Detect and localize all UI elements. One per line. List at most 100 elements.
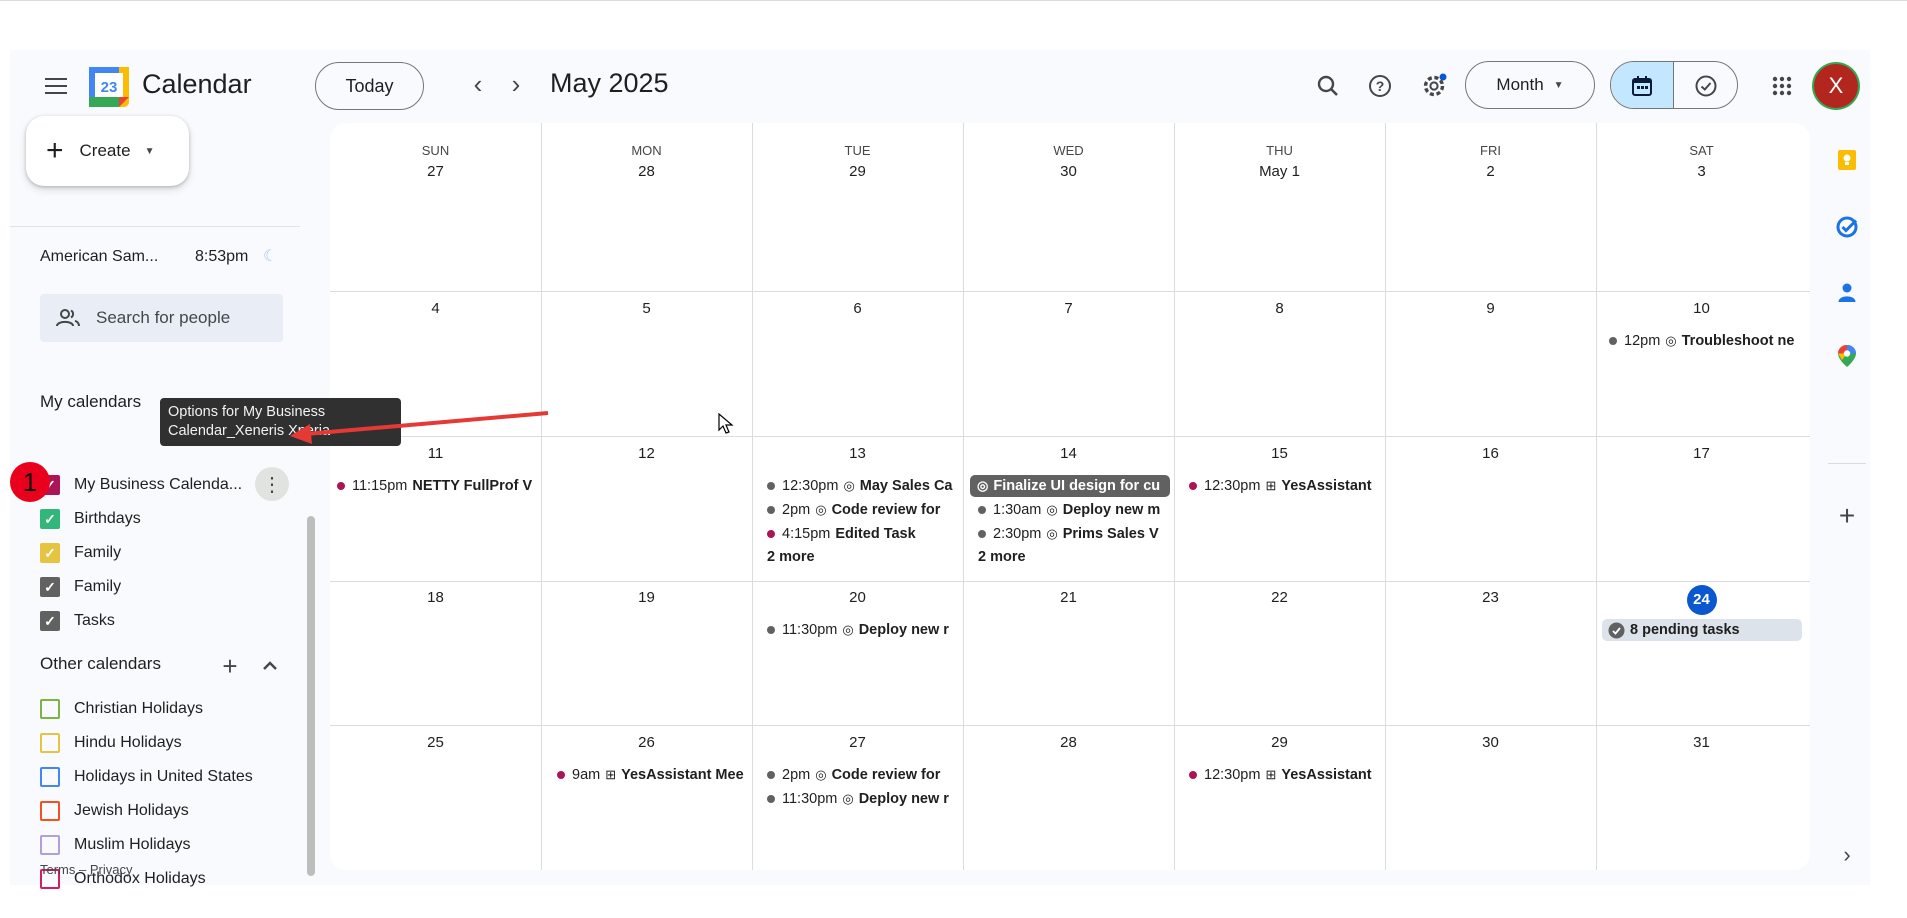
- day-number[interactable]: 14: [963, 445, 1174, 462]
- day-number[interactable]: 3: [1596, 163, 1807, 180]
- checkbox-unchecked-icon[interactable]: [40, 801, 60, 821]
- my-calendar-item[interactable]: ✓ Tasks: [40, 607, 300, 635]
- calendar-view-toggle[interactable]: [1611, 62, 1675, 108]
- event-chip[interactable]: 2pm ◎ Code review for: [767, 764, 959, 786]
- task-check-icon: ◎: [842, 622, 854, 637]
- tasks-app-icon[interactable]: [1835, 215, 1859, 239]
- event-chip[interactable]: 2:30pm ◎ Prims Sales V: [978, 523, 1170, 545]
- event-chip[interactable]: 12:30pm ◎ May Sales Ca: [767, 475, 959, 497]
- day-number[interactable]: 30: [963, 163, 1174, 180]
- day-number[interactable]: 28: [963, 734, 1174, 751]
- day-number[interactable]: 17: [1596, 445, 1807, 462]
- event-chip[interactable]: 12:30pm ⊞ YesAssistant: [1189, 475, 1381, 497]
- my-calendar-item[interactable]: ✓ Family: [40, 539, 300, 567]
- day-number[interactable]: 27: [752, 734, 963, 751]
- day-number[interactable]: 23: [1385, 589, 1596, 606]
- get-addons-plus-icon[interactable]: +: [1835, 500, 1859, 531]
- day-number[interactable]: 19: [541, 589, 752, 606]
- view-switcher-dropdown[interactable]: Month ▼: [1465, 61, 1595, 109]
- other-calendar-item[interactable]: Christian Holidays: [40, 695, 300, 723]
- other-calendar-item[interactable]: Holidays in United States: [40, 763, 300, 791]
- day-number[interactable]: 4: [330, 300, 541, 317]
- day-number[interactable]: 8: [1174, 300, 1385, 317]
- day-number[interactable]: 10: [1596, 300, 1807, 317]
- contacts-icon[interactable]: [1835, 280, 1859, 304]
- day-number[interactable]: May 1: [1174, 163, 1385, 180]
- search-icon[interactable]: [1306, 64, 1350, 108]
- more-events-link[interactable]: 2 more: [978, 549, 1026, 565]
- day-number[interactable]: 12: [541, 445, 752, 462]
- today-day-number[interactable]: 24: [1596, 585, 1807, 615]
- next-month-icon[interactable]: ›: [496, 64, 536, 104]
- maps-pin-icon[interactable]: [1835, 344, 1859, 368]
- other-calendar-item[interactable]: Hindu Holidays: [40, 729, 300, 757]
- apps-grid-icon[interactable]: [1760, 64, 1804, 108]
- checkbox-checked-icon[interactable]: ✓: [40, 611, 60, 631]
- day-number[interactable]: 20: [752, 589, 963, 606]
- event-chip-solid[interactable]: ◎ Finalize UI design for cu: [970, 475, 1170, 497]
- checkbox-unchecked-icon[interactable]: [40, 767, 60, 787]
- day-number[interactable]: 11: [330, 445, 541, 462]
- event-chip[interactable]: 12pm ◎ Troubleshoot ne: [1609, 330, 1795, 352]
- day-number[interactable]: 28: [541, 163, 752, 180]
- day-number[interactable]: 16: [1385, 445, 1596, 462]
- collapse-chevron-up-icon[interactable]: [254, 650, 286, 682]
- day-number[interactable]: 18: [330, 589, 541, 606]
- other-calendar-item[interactable]: Jewish Holidays: [40, 797, 300, 825]
- tasks-view-toggle[interactable]: [1674, 62, 1737, 108]
- other-calendar-item[interactable]: Muslim Holidays: [40, 831, 300, 859]
- today-button[interactable]: Today: [315, 62, 424, 110]
- day-number[interactable]: 5: [541, 300, 752, 317]
- my-calendar-item[interactable]: ✓ Family: [40, 573, 300, 601]
- expand-side-panel-chevron-icon[interactable]: ›: [1835, 842, 1859, 867]
- calendar-options-kebab-icon[interactable]: ⋮: [255, 467, 289, 501]
- my-calendars-heading[interactable]: My calendars: [40, 392, 141, 412]
- account-avatar[interactable]: X: [1814, 64, 1858, 108]
- keep-notes-icon[interactable]: [1835, 148, 1859, 172]
- event-chip[interactable]: 2pm ◎ Code review for: [767, 499, 959, 521]
- checkbox-checked-icon[interactable]: ✓: [40, 509, 60, 529]
- add-other-calendar-icon[interactable]: +: [214, 650, 246, 682]
- event-chip[interactable]: 12:30pm ⊞ YesAssistant: [1189, 764, 1381, 786]
- sidebar-scrollbar[interactable]: [307, 516, 315, 876]
- day-number[interactable]: 31: [1596, 734, 1807, 751]
- day-number[interactable]: 25: [330, 734, 541, 751]
- day-number[interactable]: 2: [1385, 163, 1596, 180]
- day-number[interactable]: 6: [752, 300, 963, 317]
- more-events-link[interactable]: 2 more: [767, 549, 815, 565]
- event-chip[interactable]: 11:15pm NETTY FullProf V: [337, 475, 533, 497]
- checkbox-checked-icon[interactable]: ✓: [40, 543, 60, 563]
- help-icon[interactable]: ?: [1358, 64, 1402, 108]
- event-chip[interactable]: 11:30pm ◎ Deploy new r: [767, 619, 959, 641]
- my-calendar-item[interactable]: ✓ Birthdays: [40, 505, 300, 533]
- day-number[interactable]: 7: [963, 300, 1174, 317]
- day-number[interactable]: 29: [752, 163, 963, 180]
- terms-privacy-links[interactable]: Terms – Privacy: [40, 862, 132, 877]
- checkbox-unchecked-icon[interactable]: [40, 835, 60, 855]
- day-number[interactable]: 27: [330, 163, 541, 180]
- main-menu-icon[interactable]: [34, 64, 78, 108]
- day-number[interactable]: 21: [963, 589, 1174, 606]
- pending-tasks-chip[interactable]: 8 pending tasks: [1602, 619, 1802, 641]
- search-people-field[interactable]: Search for people: [40, 294, 283, 342]
- day-number[interactable]: 13: [752, 445, 963, 462]
- day-number[interactable]: 29: [1174, 734, 1385, 751]
- event-chip[interactable]: 9am ⊞ YesAssistant Mee: [557, 764, 749, 786]
- other-calendars-heading[interactable]: Other calendars: [40, 654, 161, 674]
- create-button[interactable]: + Create ▼: [26, 116, 189, 186]
- day-number[interactable]: 22: [1174, 589, 1385, 606]
- current-month-title: May 2025: [550, 68, 669, 98]
- event-chip[interactable]: 1:30am ◎ Deploy new m: [978, 499, 1170, 521]
- day-number[interactable]: 26: [541, 734, 752, 751]
- event-chip[interactable]: 4:15pm Edited Task: [767, 523, 959, 545]
- checkbox-unchecked-icon[interactable]: [40, 699, 60, 719]
- day-number[interactable]: 30: [1385, 734, 1596, 751]
- day-number[interactable]: 15: [1174, 445, 1385, 462]
- checkbox-checked-icon[interactable]: ✓: [40, 577, 60, 597]
- event-chip[interactable]: 11:30pm ◎ Deploy new r: [767, 788, 959, 810]
- previous-month-icon[interactable]: ‹: [458, 64, 498, 104]
- column-divider: [963, 123, 964, 870]
- day-number[interactable]: 9: [1385, 300, 1596, 317]
- checkbox-unchecked-icon[interactable]: [40, 733, 60, 753]
- settings-gear-icon[interactable]: [1412, 64, 1456, 108]
